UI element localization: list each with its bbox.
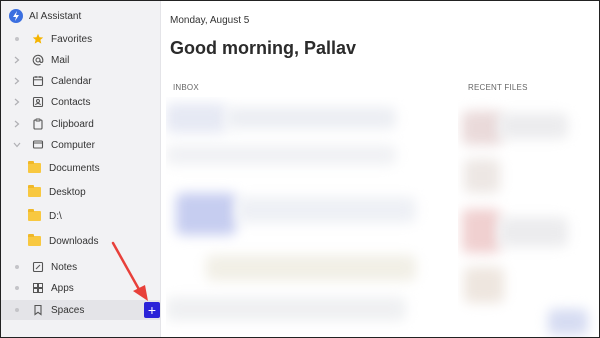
sidebar-item-downloads[interactable]: Downloads [1, 231, 161, 251]
sidebar-item-label: Computer [51, 139, 95, 151]
clipboard-icon [31, 118, 45, 130]
sidebar: AI Assistant Favorites Mail Calendar Con… [1, 1, 161, 337]
sidebar-item-label: Clipboard [51, 118, 94, 130]
notes-icon [31, 261, 45, 273]
sidebar-item-desktop[interactable]: Desktop [1, 182, 161, 202]
folder-icon [27, 234, 41, 246]
sidebar-item-label: Spaces [51, 304, 85, 316]
folder-icon [27, 185, 41, 197]
app-title: AI Assistant [29, 10, 82, 22]
main-content: Monday, August 5 Good morning, Pallav IN… [162, 1, 599, 337]
sidebar-item-label: D:\ [49, 210, 62, 222]
chevron-right-icon[interactable] [11, 98, 23, 106]
bullet-icon [11, 308, 23, 312]
sidebar-item-label: Calendar [51, 75, 92, 87]
sidebar-item-contacts[interactable]: Contacts [1, 92, 161, 112]
recent-files-heading: RECENT FILES [468, 83, 528, 92]
sidebar-item-clipboard[interactable]: Clipboard [1, 114, 161, 134]
app-header[interactable]: AI Assistant [9, 7, 81, 25]
folder-icon [27, 161, 41, 173]
sidebar-item-label: Desktop [49, 186, 86, 198]
star-icon [31, 33, 45, 45]
sidebar-item-label: Mail [51, 54, 70, 66]
sidebar-item-mail[interactable]: Mail [1, 50, 161, 70]
greeting-heading: Good morning, Pallav [170, 38, 357, 58]
calendar-icon [31, 75, 45, 87]
bullet-icon [11, 265, 23, 269]
sidebar-item-label: Apps [51, 282, 74, 294]
inbox-list-blurred [166, 97, 436, 337]
sidebar-item-notes[interactable]: Notes [1, 257, 161, 277]
sidebar-item-spaces[interactable]: Spaces [1, 300, 161, 320]
sidebar-item-label: Notes [51, 261, 78, 273]
recent-files-blurred [458, 97, 598, 337]
sidebar-item-documents[interactable]: Documents [1, 158, 161, 178]
sidebar-item-label: Contacts [51, 96, 91, 108]
chevron-right-icon[interactable] [11, 120, 23, 128]
chevron-down-icon[interactable] [11, 142, 23, 148]
contacts-icon [31, 96, 45, 108]
sidebar-item-d-drive[interactable]: D:\ [1, 206, 161, 226]
sidebar-item-label: Favorites [51, 33, 93, 45]
chevron-right-icon[interactable] [11, 77, 23, 85]
inbox-heading: INBOX [173, 83, 199, 92]
apps-icon [31, 282, 45, 294]
bullet-icon [11, 286, 23, 290]
app-window: AI Assistant Favorites Mail Calendar Con… [0, 0, 600, 338]
sidebar-item-label: Downloads [49, 235, 99, 247]
computer-icon [31, 139, 45, 151]
bookmark-icon [31, 304, 45, 316]
current-date: Monday, August 5 [170, 15, 250, 26]
chevron-right-icon[interactable] [11, 56, 23, 64]
sidebar-item-favorites[interactable]: Favorites [1, 29, 161, 49]
add-space-button[interactable]: + [144, 302, 160, 318]
at-icon [31, 54, 45, 66]
bullet-icon [11, 37, 23, 41]
sidebar-item-computer[interactable]: Computer [1, 135, 161, 155]
lightning-icon [9, 9, 23, 23]
sidebar-item-apps[interactable]: Apps [1, 278, 161, 298]
sidebar-item-calendar[interactable]: Calendar [1, 71, 161, 91]
sidebar-item-label: Documents [49, 162, 100, 174]
folder-icon [27, 209, 41, 221]
